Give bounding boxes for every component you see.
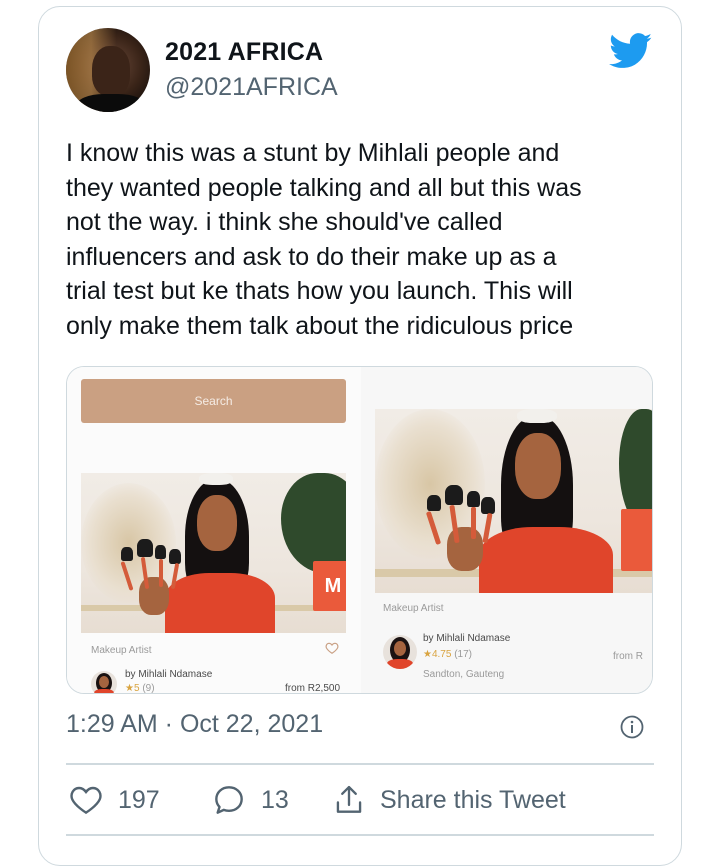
like-button[interactable]: 197 — [70, 784, 160, 816]
tweet-text-line: not the way. i think she should've calle… — [66, 208, 503, 236]
rating-count: (9) — [142, 683, 155, 694]
rating-left: ★5 (9) — [125, 683, 155, 694]
category-label: Makeup Artist — [91, 645, 152, 656]
twitter-bird-icon[interactable] — [609, 33, 653, 69]
tweet-timestamp[interactable]: 1:29 AM · Oct 22, 2021 — [66, 710, 323, 739]
reply-icon — [215, 786, 243, 814]
search-bar: Search — [81, 379, 346, 423]
tweet-media-image[interactable]: Search M Makeup Artist by Mihlali Ndamas… — [66, 366, 653, 694]
rating-value: ★5 — [125, 683, 140, 694]
like-count: 197 — [118, 785, 160, 814]
artist-avatar-left — [91, 671, 117, 693]
model-photo-left: M — [81, 473, 346, 633]
share-tweet-button[interactable]: Share this Tweet — [334, 784, 566, 816]
tweet-text-line: only make them talk about the ridiculous… — [66, 311, 574, 340]
artist-byline-left: by Mihlali Ndamase — [125, 669, 213, 680]
reply-count: 13 — [261, 785, 289, 814]
info-icon[interactable] — [620, 715, 644, 739]
tweet-text-line: they wanted people talking and all but t… — [66, 173, 582, 202]
media-right-pane: Makeup Artist by Mihlali Ndamase ★4.75 (… — [361, 367, 652, 693]
rating-count: (17) — [454, 649, 473, 660]
artist-byline-right: by Mihlali Ndamase — [423, 633, 511, 644]
category-label-right: Makeup Artist — [383, 603, 444, 614]
rating-value: ★4.75 — [423, 649, 452, 660]
media-left-pane: Search M Makeup Artist by Mihlali Ndamas… — [67, 367, 361, 694]
model-photo-right — [375, 409, 652, 593]
tweet-text-line: influencers and ask to do their make up … — [66, 242, 557, 271]
reply-button[interactable]: 13 — [213, 784, 289, 816]
author-display-name[interactable]: 2021 AFRICA — [165, 38, 323, 67]
share-label: Share this Tweet — [380, 785, 566, 814]
location-right: Sandton, Gauteng — [423, 669, 505, 680]
tweet-text-line: trial test but ke thats how you launch. … — [66, 277, 573, 305]
price-left: from R2,500 — [285, 683, 341, 694]
price-right: from R — [613, 651, 643, 662]
rating-right: ★4.75 (17) — [423, 649, 472, 660]
price-value: from R2,500 — [285, 683, 341, 694]
divider — [66, 763, 654, 765]
bottom-divider — [66, 834, 654, 836]
share-icon — [336, 785, 362, 813]
author-handle[interactable]: @2021AFRICA — [165, 73, 338, 102]
artist-avatar-right — [383, 635, 417, 669]
brand-box: M — [313, 561, 346, 611]
tweet-text-line: I know this was a stunt by Mihlali peopl… — [66, 139, 560, 167]
tweet-text: I know this was a stunt by Mihlali peopl… — [66, 136, 656, 343]
heart-icon — [70, 786, 102, 815]
author-avatar[interactable] — [66, 28, 150, 112]
favorite-heart-icon — [325, 642, 339, 654]
